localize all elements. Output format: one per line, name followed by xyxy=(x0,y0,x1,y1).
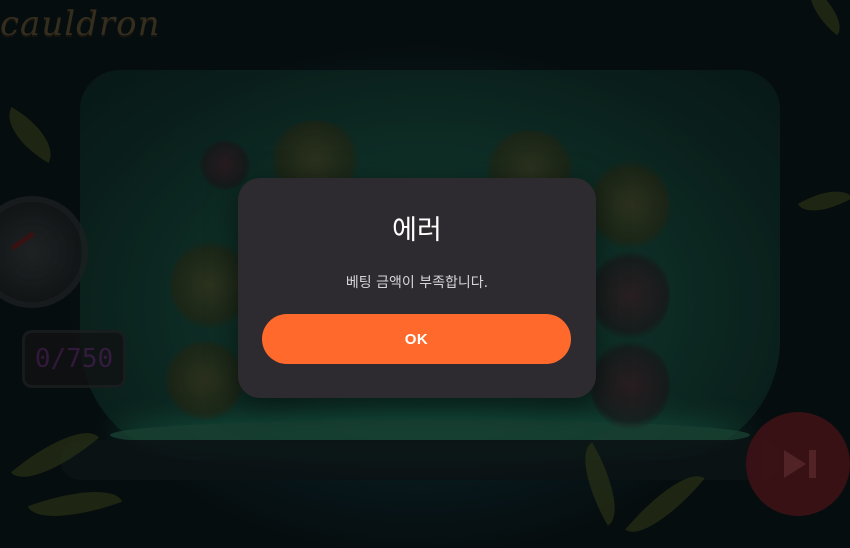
dialog-title: 에러 xyxy=(392,215,442,246)
dialog-message: 베팅 금액이 부족합니다. xyxy=(345,275,489,291)
ok-button[interactable]: OK xyxy=(262,314,571,364)
game-screen: cauldron 0/750 에러 베팅 금액이 부족합니다. OK xyxy=(0,0,850,548)
error-dialog: 에러 베팅 금액이 부족합니다. OK xyxy=(238,178,596,398)
